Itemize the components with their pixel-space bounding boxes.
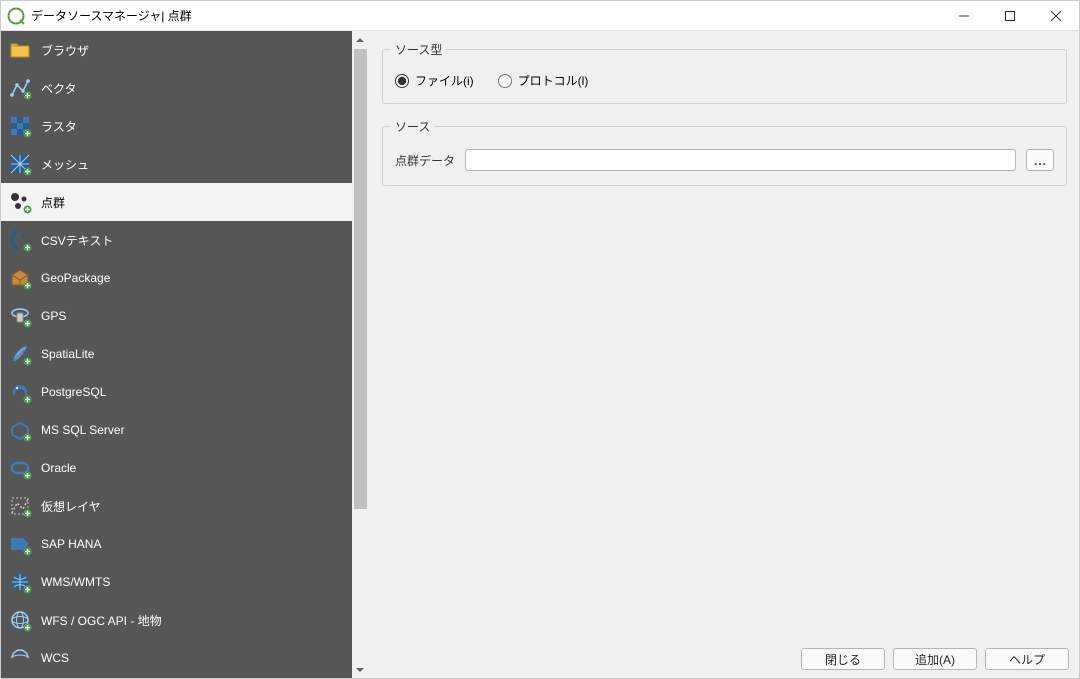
- sidebar-item-postgresql[interactable]: PostgreSQL: [1, 373, 352, 411]
- sidebar-item-label: GeoPackage: [41, 271, 110, 285]
- sidebar-item-vector[interactable]: ベクタ: [1, 69, 352, 107]
- button-bar: 閉じる 追加(A) ヘルプ: [368, 642, 1079, 678]
- close-window-button[interactable]: [1033, 1, 1079, 31]
- virtual-layer-icon: [9, 495, 31, 517]
- source-field-label: 点群データ: [395, 152, 455, 169]
- sidebar-item-raster[interactable]: ラスタ: [1, 107, 352, 145]
- content-panel: ソース型 ファイル(i) プロトコル(l) ソース 点群データ: [368, 31, 1079, 678]
- csv-icon: [9, 229, 31, 251]
- raster-icon: [9, 115, 31, 137]
- sidebar-item-wcs[interactable]: WCS: [1, 639, 352, 677]
- sidebar-item-label: GPS: [41, 309, 66, 323]
- source-type-group: ソース型 ファイル(i) プロトコル(l): [382, 41, 1067, 104]
- help-button[interactable]: ヘルプ: [985, 648, 1069, 670]
- app-icon: [7, 7, 25, 25]
- sidebar-item-wms[interactable]: WMS/WMTS: [1, 563, 352, 601]
- sidebar-item-label: ベクタ: [41, 80, 77, 97]
- add-button[interactable]: 追加(A): [893, 648, 977, 670]
- sidebar-item-gps[interactable]: GPS: [1, 297, 352, 335]
- sidebar-item-label: Oracle: [41, 461, 76, 475]
- minimize-button[interactable]: [941, 1, 987, 31]
- vector-icon: [9, 77, 31, 99]
- radio-file-label: ファイル(i): [415, 72, 474, 89]
- folder-icon: [9, 39, 31, 61]
- pointcloud-icon: [9, 191, 31, 213]
- radio-file-input[interactable]: [395, 74, 409, 88]
- sidebar: ブラウザ ベクタ ラスタ: [1, 31, 352, 678]
- sidebar-item-saphana[interactable]: SAP HANA: [1, 525, 352, 563]
- sidebar-item-csv[interactable]: CSVテキスト: [1, 221, 352, 259]
- radio-protocol[interactable]: プロトコル(l): [498, 72, 589, 89]
- sidebar-item-label: 点群: [41, 194, 65, 211]
- sidebar-item-label: WFS / OGC API - 地物: [41, 612, 162, 629]
- titlebar: データソースマネージャ| 点群: [1, 1, 1079, 31]
- sidebar-item-pointcloud[interactable]: 点群: [1, 183, 352, 221]
- sidebar-item-mesh[interactable]: メッシュ: [1, 145, 352, 183]
- pointcloud-path-input[interactable]: [465, 149, 1016, 171]
- sidebar-item-spatialite[interactable]: SpatiaLite: [1, 335, 352, 373]
- ellipsis-icon: …: [1033, 153, 1046, 168]
- sidebar-item-label: SAP HANA: [41, 537, 101, 551]
- sidebar-item-label: ブラウザ: [41, 42, 89, 59]
- globe-wire-icon: [9, 609, 31, 631]
- globe-half-icon: [9, 647, 31, 669]
- window-title: データソースマネージャ| 点群: [31, 7, 192, 24]
- sidebar-item-oracle[interactable]: Oracle: [1, 449, 352, 487]
- feather-icon: [9, 343, 31, 365]
- sidebar-item-label: メッシュ: [41, 156, 89, 173]
- scroll-up-arrow-icon[interactable]: [352, 31, 369, 48]
- scroll-thumb[interactable]: [354, 49, 367, 509]
- sidebar-item-label: 仮想レイヤ: [41, 498, 101, 515]
- sidebar-scrollbar[interactable]: [352, 31, 368, 678]
- elephant-icon: [9, 381, 31, 403]
- sidebar-item-virtual[interactable]: 仮想レイヤ: [1, 487, 352, 525]
- source-type-legend: ソース型: [391, 41, 446, 58]
- sidebar-item-label: MS SQL Server: [41, 423, 125, 437]
- browse-button[interactable]: …: [1026, 149, 1054, 171]
- sidebar-item-label: CSVテキスト: [41, 232, 113, 249]
- source-group: ソース 点群データ …: [382, 118, 1067, 186]
- maximize-button[interactable]: [987, 1, 1033, 31]
- sidebar-item-label: ラスタ: [41, 118, 77, 135]
- radio-file[interactable]: ファイル(i): [395, 72, 474, 89]
- globe-icon: [9, 571, 31, 593]
- sidebar-item-wfs[interactable]: WFS / OGC API - 地物: [1, 601, 352, 639]
- sidebar-item-label: WCS: [41, 651, 69, 665]
- close-button[interactable]: 閉じる: [801, 648, 885, 670]
- radio-protocol-label: プロトコル(l): [518, 72, 589, 89]
- mesh-icon: [9, 153, 31, 175]
- gps-icon: [9, 305, 31, 327]
- saphana-icon: [9, 533, 31, 555]
- source-legend: ソース: [391, 118, 434, 135]
- geopackage-icon: [9, 267, 31, 289]
- radio-protocol-input[interactable]: [498, 74, 512, 88]
- sidebar-item-label: SpatiaLite: [41, 347, 94, 361]
- sidebar-item-browser[interactable]: ブラウザ: [1, 31, 352, 69]
- sidebar-item-label: WMS/WMTS: [41, 575, 110, 589]
- database-icon: [9, 419, 31, 441]
- sidebar-item-label: PostgreSQL: [41, 385, 106, 399]
- sidebar-item-geopackage[interactable]: GeoPackage: [1, 259, 352, 297]
- scroll-down-arrow-icon[interactable]: [352, 661, 369, 678]
- sidebar-item-mssql[interactable]: MS SQL Server: [1, 411, 352, 449]
- oracle-icon: [9, 457, 31, 479]
